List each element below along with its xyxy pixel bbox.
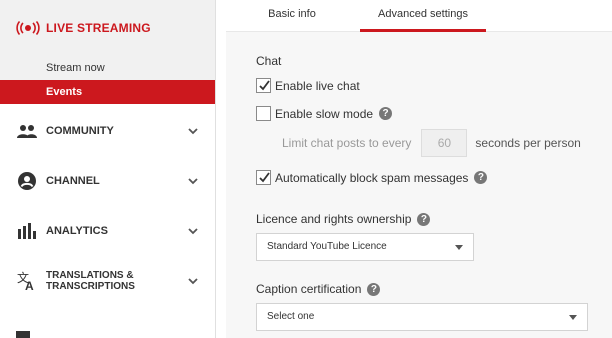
tab-advanced-settings[interactable]: Advanced settings xyxy=(360,0,486,32)
tab-bar: Basic info Advanced settings xyxy=(226,0,612,32)
sidebar: LIVE STREAMING Stream now Events COMMUNI… xyxy=(0,0,216,338)
account-icon xyxy=(16,171,38,191)
enable-live-chat-checkbox[interactable] xyxy=(256,78,271,93)
licence-section-title: Licence and rights ownership xyxy=(256,212,412,226)
sidebar-item-events[interactable]: Events xyxy=(0,80,215,104)
sidebar-item-label: CHANNEL xyxy=(46,174,100,187)
live-streaming-title: LIVE STREAMING xyxy=(46,21,151,35)
live-streaming-submenu: Stream now Events xyxy=(0,56,215,104)
enable-slow-mode-row: Enable slow mode ? xyxy=(256,106,393,121)
chat-section-title: Chat xyxy=(256,54,282,68)
caption-select[interactable]: Select one xyxy=(256,303,588,331)
sidebar-item-analytics[interactable]: ANALYTICS xyxy=(0,206,215,256)
svg-text:A: A xyxy=(25,279,34,291)
caption-section-title: Caption certification xyxy=(256,282,362,296)
live-streaming-header[interactable]: LIVE STREAMING xyxy=(0,0,215,56)
limit-prefix-text: Limit chat posts to every xyxy=(282,136,412,150)
sidebar-item-label: TRANSLATIONS & TRANSCRIPTIONS xyxy=(46,270,135,292)
dropdown-caret-icon xyxy=(455,245,463,250)
tab-basic-info[interactable]: Basic info xyxy=(226,0,358,32)
help-icon[interactable]: ? xyxy=(417,212,431,226)
sidebar-item-stream-now[interactable]: Stream now xyxy=(0,56,215,80)
licence-select-value: Standard YouTube Licence xyxy=(267,241,387,252)
enable-live-chat-label: Enable live chat xyxy=(275,78,360,93)
caption-title-row: Caption certification ? xyxy=(256,282,381,296)
enable-slow-mode-checkbox[interactable] xyxy=(256,106,271,121)
limit-suffix-text: seconds per person xyxy=(475,136,581,150)
caption-select-value: Select one xyxy=(267,311,315,322)
translate-icon: 文 A xyxy=(16,271,38,291)
enable-slow-mode-label: Enable slow mode xyxy=(275,106,374,121)
block-spam-row: Automatically block spam messages ? xyxy=(256,170,488,185)
chevron-down-icon[interactable] xyxy=(187,225,199,237)
main-panel: Basic info Advanced settings Chat Enable… xyxy=(216,0,612,338)
sidebar-item-label: ANALYTICS xyxy=(46,224,108,237)
advanced-settings-content: Chat Enable live chat Enable slow mode ?… xyxy=(226,32,612,338)
sidebar-item-label: COMMUNITY xyxy=(46,124,114,137)
block-spam-label: Automatically block spam messages xyxy=(275,170,469,185)
slow-mode-limit-row: Limit chat posts to every 60 seconds per… xyxy=(282,129,581,157)
bar-chart-icon xyxy=(16,221,38,241)
chevron-down-icon[interactable] xyxy=(187,125,199,137)
enable-live-chat-row: Enable live chat xyxy=(256,78,360,93)
help-icon[interactable]: ? xyxy=(367,282,381,296)
licence-select[interactable]: Standard YouTube Licence xyxy=(256,233,474,261)
people-icon xyxy=(16,121,38,141)
sidebar-item-community[interactable]: COMMUNITY xyxy=(0,106,215,156)
licence-title-row: Licence and rights ownership ? xyxy=(256,212,431,226)
slow-mode-seconds-input[interactable]: 60 xyxy=(421,129,468,157)
live-broadcast-icon xyxy=(16,20,40,36)
chevron-down-icon[interactable] xyxy=(187,275,199,287)
sidebar-item-translations[interactable]: 文 A TRANSLATIONS & TRANSCRIPTIONS xyxy=(0,256,215,306)
create-icon xyxy=(16,331,30,338)
help-icon[interactable]: ? xyxy=(379,107,393,120)
sidebar-item-channel[interactable]: CHANNEL xyxy=(0,156,215,206)
dropdown-caret-icon xyxy=(569,315,577,320)
chevron-down-icon[interactable] xyxy=(187,175,199,187)
help-icon[interactable]: ? xyxy=(474,171,488,184)
block-spam-checkbox[interactable] xyxy=(256,170,271,185)
